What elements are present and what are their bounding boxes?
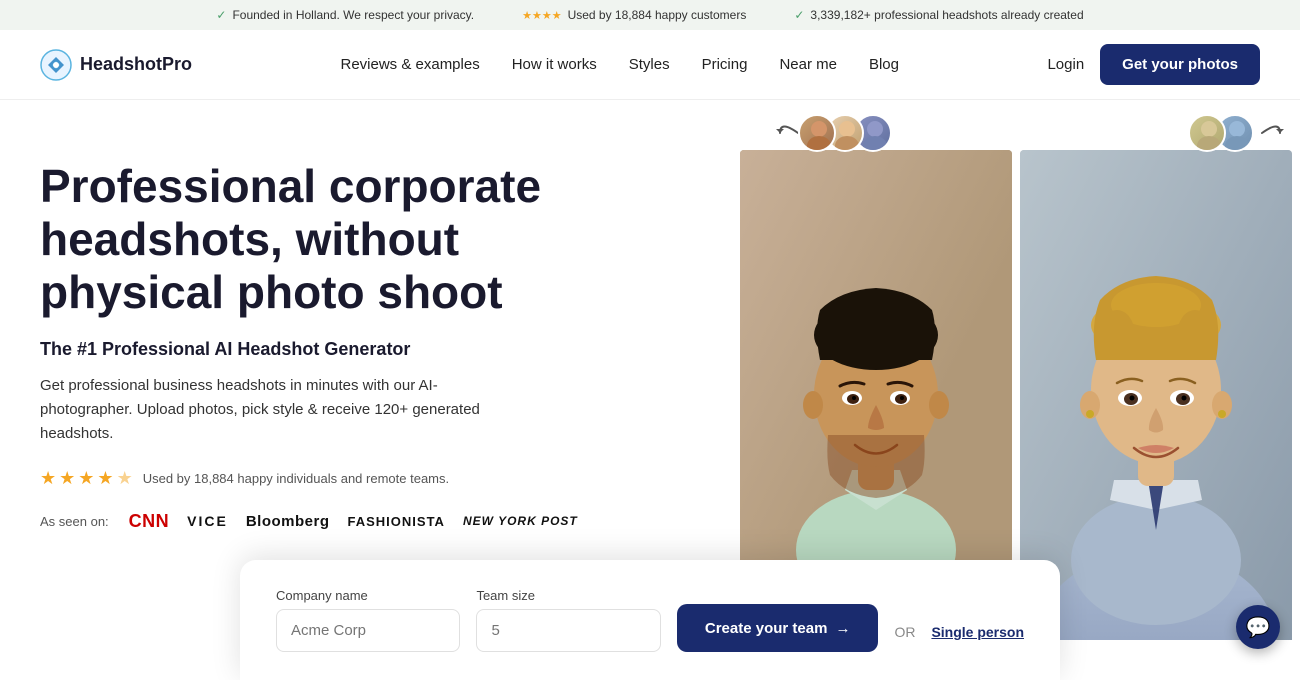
- thumb-1: [798, 114, 836, 152]
- nav-link-reviews[interactable]: Reviews & examples: [340, 56, 479, 73]
- thumbnails-right: [1188, 114, 1290, 152]
- logo[interactable]: HeadshotPro: [40, 49, 192, 81]
- thumb-4: [1188, 114, 1226, 152]
- company-name-input[interactable]: [276, 609, 460, 652]
- chat-bubble[interactable]: 💬: [1236, 605, 1280, 649]
- get-photos-button[interactable]: Get your photos: [1100, 44, 1260, 85]
- nav-link-near[interactable]: Near me: [779, 56, 837, 73]
- nav-link-pricing[interactable]: Pricing: [702, 56, 748, 73]
- thumb-group-right: [1188, 114, 1254, 152]
- top-banner: ✓ Founded in Holland. We respect your pr…: [0, 0, 1300, 30]
- nav-link-styles[interactable]: Styles: [629, 56, 670, 73]
- navbar: HeadshotPro Reviews & examples How it wo…: [0, 30, 1300, 100]
- nav-item-reviews[interactable]: Reviews & examples: [340, 56, 479, 74]
- star-4: ★: [97, 468, 113, 489]
- hero-description: Get professional business headshots in m…: [40, 374, 500, 446]
- arrow-right-icon: [1254, 115, 1290, 151]
- nav-item-near[interactable]: Near me: [779, 56, 837, 74]
- star-5: ★: [117, 468, 133, 489]
- rating-text: Used by 18,884 happy individuals and rem…: [143, 471, 449, 486]
- press-section: As seen on: CNN VICE Bloomberg Fashionis…: [40, 511, 640, 532]
- banner-item-1: ✓ Founded in Holland. We respect your pr…: [216, 8, 474, 22]
- rating-stars: ★ ★ ★ ★ ★: [40, 468, 133, 489]
- hero-section: Professional corporate headshots, withou…: [0, 100, 1300, 680]
- fashionista-logo: Fashionista: [348, 514, 445, 529]
- create-team-label: Create your team: [705, 620, 828, 637]
- hero-content-area: Professional corporate headshots, withou…: [0, 100, 1300, 640]
- nav-link-blog[interactable]: Blog: [869, 56, 899, 73]
- company-name-label: Company name: [276, 588, 460, 603]
- star-3: ★: [78, 468, 94, 489]
- bloomberg-logo: Bloomberg: [246, 513, 330, 530]
- hero-subtitle: The #1 Professional AI Headshot Generato…: [40, 339, 640, 360]
- nav-item-styles[interactable]: Styles: [629, 56, 670, 74]
- press-logos: CNN VICE Bloomberg Fashionista NEW YORK …: [129, 511, 578, 532]
- nav-link-how[interactable]: How it works: [512, 56, 597, 73]
- female-person-svg: [1020, 150, 1292, 640]
- nav-item-how[interactable]: How it works: [512, 56, 597, 74]
- banner-text-3: 3,339,182+ professional headshots alread…: [810, 8, 1083, 22]
- logo-icon: [40, 49, 72, 81]
- chat-icon: 💬: [1246, 615, 1271, 640]
- company-name-field: Company name: [276, 588, 460, 652]
- banner-item-3: ✓ 3,339,182+ professional headshots alre…: [794, 8, 1083, 22]
- star-2: ★: [59, 468, 75, 489]
- banner-text-2: Used by 18,884 happy customers: [568, 8, 747, 22]
- check-icon-2: ✓: [794, 8, 804, 22]
- or-divider: OR: [894, 624, 915, 652]
- logo-text: HeadshotPro: [80, 54, 192, 75]
- cnn-logo: CNN: [129, 511, 170, 532]
- banner-text-1: Founded in Holland. We respect your priv…: [232, 8, 474, 22]
- hero-images: [740, 100, 1300, 640]
- hero-title: Professional corporate headshots, withou…: [40, 160, 640, 319]
- team-size-label: Team size: [476, 588, 660, 603]
- team-size-field: Team size: [476, 588, 660, 652]
- nav-item-pricing[interactable]: Pricing: [702, 56, 748, 74]
- hero-rating: ★ ★ ★ ★ ★ Used by 18,884 happy individua…: [40, 468, 640, 489]
- star-1: ★: [40, 468, 56, 489]
- vice-logo: VICE: [187, 513, 228, 529]
- nypost-logo: NEW YORK POST: [463, 514, 578, 528]
- form-card: Company name Team size Create your team …: [240, 560, 1060, 680]
- thumb-group-left: [806, 114, 892, 152]
- arrow-icon: →: [835, 620, 850, 637]
- banner-item-2: ★★★★ Used by 18,884 happy customers: [522, 8, 746, 22]
- nav-actions: Login Get your photos: [1047, 44, 1260, 85]
- nav-item-blog[interactable]: Blog: [869, 56, 899, 74]
- press-label: As seen on:: [40, 514, 109, 529]
- female-headshot: [1020, 150, 1292, 640]
- hero-text: Professional corporate headshots, withou…: [40, 150, 640, 532]
- login-button[interactable]: Login: [1047, 56, 1084, 73]
- nav-links: Reviews & examples How it works Styles P…: [340, 56, 899, 74]
- single-person-button[interactable]: Single person: [931, 624, 1024, 652]
- banner-stars: ★★★★: [522, 9, 561, 22]
- check-icon-1: ✓: [216, 8, 226, 22]
- create-team-button[interactable]: Create your team →: [677, 604, 879, 652]
- team-size-input[interactable]: [476, 609, 660, 652]
- thumbnails-left: [770, 114, 892, 152]
